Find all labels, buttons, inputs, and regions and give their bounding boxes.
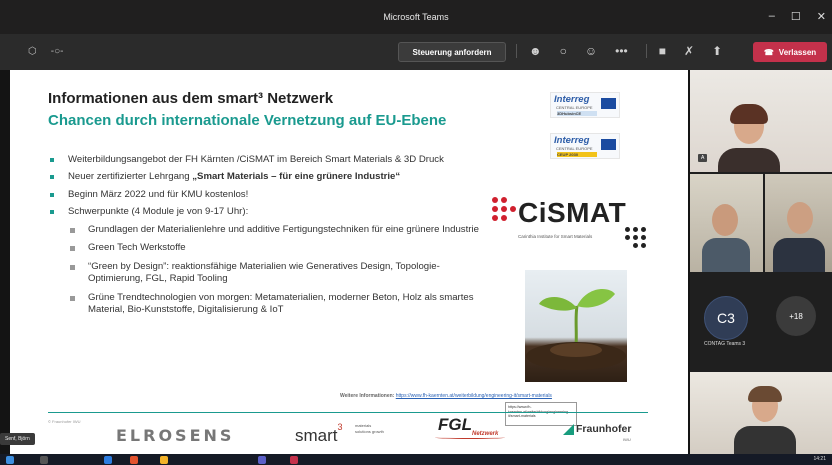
elrosens-logo: ELROSENS <box>116 426 235 445</box>
bullet-bold-text: „Smart Materials – für eine grünere Indu… <box>192 171 401 183</box>
participant-avatar-c3[interactable]: C3 <box>704 296 748 340</box>
participant-video-tile[interactable]: A <box>690 70 832 172</box>
sub-bullet-item: Grundlagen der Materialienlehre und addi… <box>48 224 488 236</box>
bullet-text: Neuer zertifizierter Lehrgang <box>68 171 193 183</box>
more-participants-button[interactable]: +18 <box>776 296 816 336</box>
teams-window: Microsoft Teams – ☐ ✕ ⬡ -○- Steuerung an… <box>0 0 832 465</box>
meeting-toolbar: ⬡ -○- Steuerung anfordern ☻ ○ ☺ ••• ■ ✗ … <box>0 34 832 70</box>
interreg-tag: 3DHubsinCE <box>557 111 597 116</box>
maximize-button[interactable]: ☐ <box>791 10 801 23</box>
link-tooltip: https://www.fh-kaernten.at/weiterbildung… <box>505 402 577 426</box>
cismat-subtitle: Carinthia Institute for Smart Materials <box>518 234 593 239</box>
participant-body <box>702 238 750 272</box>
sub-bullet-item: Green Tech Werkstoffe <box>48 242 488 254</box>
more-options-icon[interactable]: -○- <box>51 46 64 57</box>
fgl-logo: FGL <box>438 415 472 434</box>
sub-bullet-item: “Green by Design”: reaktionsfähige Mater… <box>48 261 488 286</box>
cismat-text: CiSMAT <box>518 197 627 228</box>
bullet-item: Weiterbildungsangebot der FH Kärnten /Ci… <box>48 154 488 166</box>
smart3-word: smart <box>295 426 338 445</box>
people-icon[interactable]: ☻ <box>529 44 542 58</box>
interreg-logo: Interreg CENTRAL EUROPE CEUP 2030 <box>550 133 620 159</box>
interreg-sub: CENTRAL EUROPE <box>556 105 593 110</box>
eu-flag-icon <box>601 98 616 109</box>
participant-body <box>773 238 825 272</box>
interreg-tag: CEUP 2030 <box>557 152 597 157</box>
chat-icon[interactable]: ○ <box>560 44 567 58</box>
toolbar-divider <box>645 44 647 58</box>
shared-content-stage: Informationen aus dem smart³ Netzwerk Ch… <box>0 70 690 454</box>
interreg-brand: Interreg <box>554 94 590 105</box>
minimize-button[interactable]: – <box>769 10 775 23</box>
smart3-logo: smart3 <box>295 422 343 446</box>
app-icon[interactable] <box>290 456 298 464</box>
smart3-tagline: materials solutions growth <box>355 423 384 434</box>
participant-badge: A <box>698 154 708 162</box>
presentation-slide: Informationen aus dem smart³ Netzwerk Ch… <box>10 70 688 454</box>
eu-flag-icon <box>601 139 616 150</box>
participant-panel: A C3 CONTAG Teams 3 +18 <box>690 70 832 454</box>
close-button[interactable]: ✕ <box>817 10 826 23</box>
edge-icon[interactable] <box>104 456 112 464</box>
interreg-logo: Interreg CENTRAL EUROPE 3DHubsinCE <box>550 92 620 118</box>
participant-hair <box>730 104 768 124</box>
further-info-link[interactable]: https://www.fh-kaernten.at/weiterbildung… <box>396 393 552 399</box>
more-icon[interactable]: ••• <box>615 44 628 58</box>
slide-divider <box>48 412 648 413</box>
participant-face <box>712 204 738 236</box>
participant-body <box>718 148 780 172</box>
toolbar-left: ⬡ -○- <box>28 46 63 57</box>
seedling-image <box>525 270 627 382</box>
bullet-item: Neuer zertifizierter Lehrgang „Smart Mat… <box>48 171 488 183</box>
window-title: Microsoft Teams <box>383 12 449 22</box>
share-icon[interactable]: ⬆ <box>712 44 722 58</box>
participant-video-tile[interactable] <box>690 174 763 272</box>
sub-bullet-item: Grüne Trendtechnologien von morgen: Meta… <box>48 292 488 317</box>
slide-subtitle: Chancen durch internationale Vernetzung … <box>48 112 447 129</box>
bullet-list: Weiterbildungsangebot der FH Kärnten /Ci… <box>48 154 488 323</box>
app-icon[interactable] <box>130 456 138 464</box>
clock: 14:21 <box>813 456 826 462</box>
fraunhofer-logo: Fraunhofer <box>576 423 632 435</box>
os-taskbar: 14:21 <box>0 454 832 465</box>
explorer-icon[interactable] <box>160 456 168 464</box>
fraunhofer-sub: IWU <box>623 437 631 442</box>
smart3-superscript: 3 <box>337 422 343 432</box>
teams-icon[interactable] <box>258 456 266 464</box>
participant-video-tile[interactable] <box>765 174 832 272</box>
toolbar-divider <box>516 44 517 58</box>
title-bar: Microsoft Teams – ☐ ✕ <box>0 0 832 34</box>
participant-c3-label: CONTAG Teams 3 <box>704 341 746 347</box>
start-icon[interactable] <box>6 456 14 464</box>
mic-off-icon[interactable]: ✗ <box>684 44 694 58</box>
shield-icon[interactable]: ⬡ <box>28 46 37 57</box>
further-info-label: Weitere Informationen: <box>340 393 395 399</box>
slide-title: Informationen aus dem smart³ Netzwerk <box>48 90 334 107</box>
request-control-button[interactable]: Steuerung anfordern <box>398 42 506 62</box>
participant-hair <box>748 386 782 402</box>
leave-label: Verlassen <box>778 47 817 57</box>
toolbar-actions: ☻ ○ ☺ ••• ■ ✗ ⬆ <box>516 44 722 58</box>
camera-icon[interactable]: ■ <box>659 44 666 58</box>
copyright: © Fraunhofer IWU <box>48 419 81 424</box>
participant-body <box>734 426 796 454</box>
interreg-brand: Interreg <box>554 135 590 146</box>
reactions-icon[interactable]: ☺ <box>585 44 597 58</box>
bullet-item: Beginn März 2022 und für KMU kostenlos! <box>48 189 488 201</box>
phone-icon: ☎ <box>763 47 774 57</box>
participant-face <box>787 202 813 234</box>
window-controls: – ☐ ✕ <box>769 10 826 23</box>
cismat-logo: CiSMAT Carinthia Institute for Smart Mat… <box>492 195 662 255</box>
participant-video-tile[interactable] <box>690 372 832 454</box>
bullet-item: Schwerpunkte (4 Module je von 9-17 Uhr): <box>48 206 488 218</box>
interreg-sub: CENTRAL EUROPE <box>556 146 593 151</box>
presenter-name-label: Senf, Björn <box>0 433 35 445</box>
search-icon[interactable] <box>40 456 48 464</box>
leave-button[interactable]: ☎ Verlassen <box>753 42 827 62</box>
fgl-swoosh-icon <box>435 436 505 439</box>
further-info-line: Weitere Informationen: https://www.fh-ka… <box>340 393 552 399</box>
